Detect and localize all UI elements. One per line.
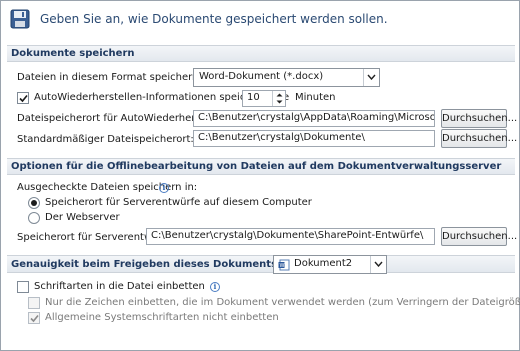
spin-up-icon[interactable] [273,91,285,98]
embed-used-chars-checkbox[interactable] [28,297,40,309]
embed-fonts-label: Schriftarten in die Datei einbetten [34,281,205,292]
spinner-buttons[interactable] [272,91,285,106]
save-disk-icon [10,9,30,29]
chevron-down-icon[interactable] [363,69,379,86]
word-document-icon: W [278,259,290,274]
fidelity-document-select[interactable]: W Dokument2 [273,255,387,274]
embed-used-chars-label: Nur die Zeichen einbetten, die im Dokume… [45,297,520,308]
radio-web-server[interactable] [28,212,40,224]
save-options-panel: Geben Sie an, wie Dokumente gespeichert … [0,0,520,351]
radio-server-drafts[interactable] [28,197,40,209]
info-icon[interactable]: i [159,183,169,193]
section-header-save: Dokumente speichern [7,45,515,62]
format-label: Dateien in diesem Format speichern: [17,72,202,83]
radio-web-server-label: Der Webserver [45,212,120,223]
default-path-field[interactable]: C:\Benutzer\crystalg\Dokumente\ [193,130,435,147]
minutes-label: Minuten [295,92,336,103]
chevron-down-icon[interactable] [370,256,386,273]
autorecover-minutes-value: 10 [247,92,260,103]
info-icon[interactable]: i [210,282,220,292]
checked-out-label: Ausgecheckte Dateien speichern in: [17,182,198,193]
section-header-fidelity: Genauigkeit beim Freigeben dieses Dokume… [7,255,515,273]
section-header-offline: Optionen für die Offlinebearbeitung von … [7,158,515,175]
panel-title: Geben Sie an, wie Dokumente gespeichert … [40,12,388,26]
default-path-label: Standardmäßiger Dateispeicherort: [17,134,194,145]
panel-header: Geben Sie an, wie Dokumente gespeichert … [2,2,520,38]
drafts-path-field[interactable]: C:\Benutzer\crystalg\Dokumente\SharePoin… [146,228,435,245]
svg-text:W: W [280,263,285,269]
no-system-fonts-checkbox[interactable] [28,312,40,324]
radio-server-drafts-label: Speicherort für Serverentwürfe auf diese… [45,197,312,208]
embed-fonts-checkbox[interactable] [17,281,29,293]
autorecover-checkbox[interactable] [17,92,29,104]
drafts-browse-button[interactable]: Durchsuchen... [441,227,517,246]
default-path-browse-button[interactable]: Durchsuchen... [441,129,517,148]
spin-down-icon[interactable] [273,98,285,105]
format-select[interactable]: Word-Dokument (*.docx) [193,68,380,87]
autorecover-path-field[interactable]: C:\Benutzer\crystalg\AppData\Roaming\Mic… [193,110,435,127]
autorecover-browse-button[interactable]: Durchsuchen... [441,109,517,128]
autorecover-minutes-spinner[interactable]: 10 [242,90,286,107]
no-system-fonts-label: Allgemeine Systemschriftarten nicht einb… [45,312,279,323]
